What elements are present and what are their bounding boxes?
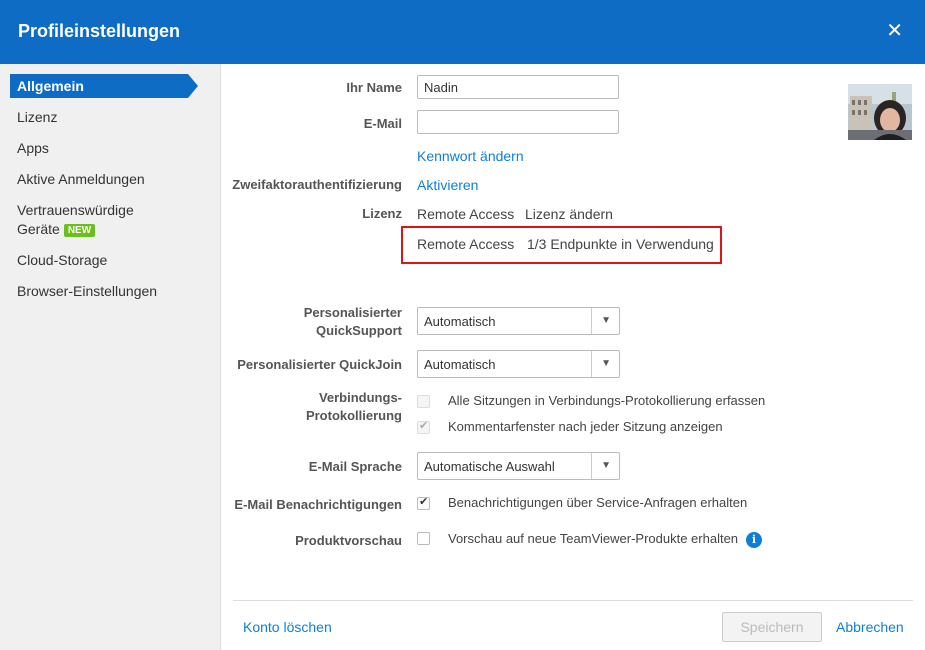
sidebar-item-lizenz[interactable]: Lizenz [17, 109, 57, 125]
sidebar-item-label-line2: Geräte [17, 221, 60, 237]
quickjoin-select[interactable]: Automatisch ▼ [417, 350, 620, 378]
comment-window-checkbox[interactable]: ✔ [417, 420, 430, 434]
info-icon[interactable]: i [746, 532, 762, 548]
quicksupport-label-line2: QuickSupport [316, 323, 402, 338]
product-preview-checkbox[interactable] [417, 532, 430, 545]
connlog-label: Verbindungs- Protokollierung [306, 389, 402, 425]
close-icon[interactable]: ✕ [886, 20, 903, 42]
delete-account-link[interactable]: Konto löschen [243, 619, 332, 635]
name-label: Ihr Name [346, 80, 402, 95]
twofa-label: Zweifaktorauthentifizierung [232, 177, 402, 192]
connlog-label-line2: Protokollierung [305, 408, 402, 423]
sidebar-item-label: Vertrauenswürdige [17, 202, 134, 218]
chevron-down-icon: ▼ [601, 315, 611, 326]
sidebar-item-cloud-storage[interactable]: Cloud-Storage [17, 252, 107, 268]
cancel-link[interactable]: Abbrechen [836, 619, 904, 635]
email-field[interactable] [417, 110, 619, 134]
select-divider [591, 351, 592, 377]
checkmark-icon: ✔ [419, 420, 429, 432]
all-sessions-checkbox[interactable] [417, 395, 430, 408]
footer-divider [233, 600, 913, 601]
quickjoin-label: Personalisierter QuickJoin [237, 357, 402, 372]
name-field[interactable] [417, 75, 619, 99]
quicksupport-value: Automatisch [424, 314, 496, 329]
checkmark-icon: ✔ [419, 496, 429, 508]
sidebar-item-apps[interactable]: Apps [17, 140, 49, 156]
dialog-title: Profileinstellungen [18, 21, 181, 41]
all-sessions-label: Alle Sitzungen in Verbindungs-Protokolli… [448, 393, 766, 408]
email-language-label: E-Mail Sprache [308, 459, 402, 474]
license-usage-product: Remote Access [417, 236, 515, 252]
change-license-link[interactable]: Lizenz ändern [525, 206, 613, 222]
license-value: Remote Access [417, 206, 515, 222]
email-notifications-label: E-Mail Benachrichtigungen [234, 497, 402, 512]
connlog-label-line1: Verbindungs- [318, 390, 402, 405]
sidebar-item-allgemein[interactable]: Allgemein [10, 74, 198, 98]
chevron-down-icon: ▼ [601, 460, 611, 471]
product-preview-label: Produktvorschau [295, 533, 402, 548]
license-label: Lizenz [362, 206, 402, 221]
quicksupport-select[interactable]: Automatisch ▼ [417, 307, 620, 335]
comment-window-label: Kommentarfenster nach jeder Sitzung anze… [448, 419, 723, 434]
sidebar-item-browser-einstellungen[interactable]: Browser-Einstellungen [17, 283, 157, 299]
quicksupport-label-line1: Personalisierter [303, 305, 402, 320]
quicksupport-label: Personalisierter QuickSupport [304, 304, 402, 340]
change-password-link[interactable]: Kennwort ändern [417, 148, 524, 164]
save-button[interactable]: Speichern [722, 612, 822, 642]
activate-twofa-link[interactable]: Aktivieren [417, 177, 478, 193]
chevron-down-icon: ▼ [601, 358, 611, 369]
license-usage-text: 1/3 Endpunkte in Verwendung [527, 236, 714, 252]
avatar-image [848, 84, 912, 140]
title-bar: Profileinstellungen ✕ [0, 0, 925, 64]
email-language-select[interactable]: Automatische Auswahl ▼ [417, 452, 620, 480]
product-preview-text: Vorschau auf neue TeamViewer-Produkte er… [448, 531, 739, 546]
sidebar: Allgemein Lizenz Apps Aktive Anmeldungen… [0, 64, 221, 650]
email-label: E-Mail [363, 116, 402, 131]
select-divider [591, 453, 592, 479]
email-notifications-checkbox[interactable]: ✔ [417, 496, 430, 510]
email-language-value: Automatische Auswahl [424, 459, 555, 474]
sidebar-item-aktive-anmeldungen[interactable]: Aktive Anmeldungen [17, 171, 145, 187]
sidebar-item-vertrauenswuerdige-geraete[interactable]: Vertrauenswürdige Geräte NEW [17, 202, 134, 237]
select-divider [591, 308, 592, 334]
email-notifications-text: Benachrichtigungen über Service-Anfragen… [448, 495, 748, 510]
quickjoin-value: Automatisch [424, 357, 496, 372]
new-badge: NEW [63, 224, 96, 237]
avatar[interactable] [848, 84, 912, 140]
